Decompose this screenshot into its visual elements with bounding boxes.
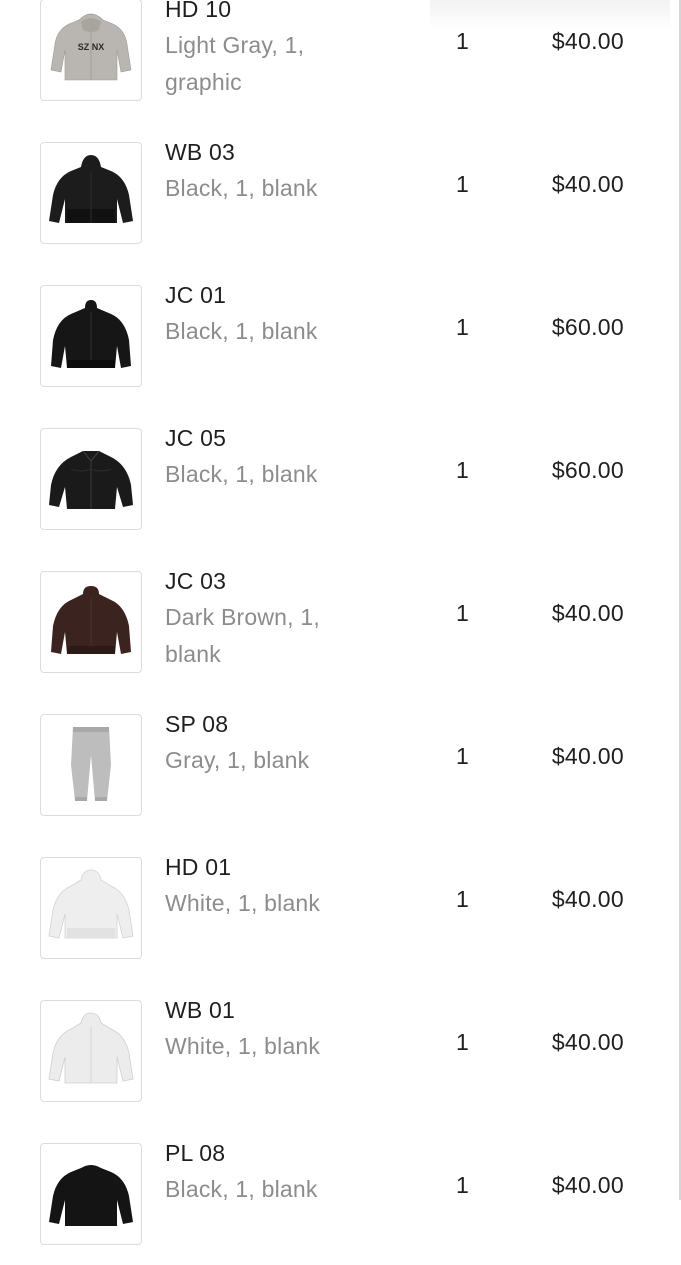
item-info: WB 01 White, 1, blank (165, 992, 335, 1065)
item-variant: White, 1, blank (165, 1033, 321, 1059)
item-price: $60.00 (551, 314, 624, 340)
item-info: JC 03 Dark Brown, 1, blank (165, 563, 335, 673)
item-quantity: 1 (456, 28, 469, 54)
item-quantity: 1 (456, 171, 469, 197)
item-name: PL 08 (165, 1140, 226, 1166)
item-variant: Dark Brown, 1, blank (165, 604, 320, 667)
item-variant: Black, 1, blank (165, 461, 318, 487)
jacket-icon (51, 300, 131, 368)
cart-item[interactable]: SZ NX HD 10 Light Gray, 1, graphic 1 $40… (0, 0, 679, 121)
item-price: $40.00 (551, 600, 624, 626)
item-price: $40.00 (551, 171, 624, 197)
item-info: HD 01 White, 1, blank (165, 849, 335, 922)
item-name: HD 10 (165, 0, 232, 22)
item-info: JC 01 Black, 1, blank (165, 277, 335, 350)
cart-item[interactable]: WB 03 Black, 1, blank 1 $40.00 (0, 121, 679, 264)
cart-item[interactable]: SP 08 Gray, 1, blank 1 $40.00 (0, 693, 679, 836)
item-price: $40.00 (551, 886, 624, 912)
cart-item[interactable]: HD 01 White, 1, blank 1 $40.00 (0, 836, 679, 979)
item-quantity: 1 (456, 886, 469, 912)
product-image[interactable] (40, 1000, 142, 1102)
cart-item[interactable]: PL 08 Black, 1, blank 1 $40.00 (0, 1122, 679, 1265)
item-price: $40.00 (551, 1029, 624, 1055)
sweatpants-icon (71, 727, 111, 801)
item-info: HD 10 Light Gray, 1, graphic (165, 0, 335, 101)
item-quantity: 1 (456, 600, 469, 626)
item-quantity: 1 (456, 743, 469, 769)
windbreaker-icon (49, 155, 133, 223)
pullover-icon (49, 1165, 133, 1226)
hoodie-graphic-text: SZ NX (78, 42, 105, 52)
item-quantity: 1 (456, 1029, 469, 1055)
item-name: JC 05 (165, 425, 227, 451)
product-image[interactable] (40, 571, 142, 673)
item-price: $40.00 (551, 743, 624, 769)
item-variant: Gray, 1, blank (165, 747, 310, 773)
leather-jacket-icon (49, 450, 133, 509)
item-name: HD 01 (165, 854, 232, 880)
item-name: JC 03 (165, 568, 227, 594)
item-name: SP 08 (165, 711, 229, 737)
cart-item-list: SZ NX HD 10 Light Gray, 1, graphic 1 $40… (0, 0, 679, 1265)
item-variant: White, 1, blank (165, 890, 321, 916)
windbreaker-icon (48, 1012, 134, 1084)
item-price: $60.00 (551, 457, 624, 483)
item-quantity: 1 (456, 1172, 469, 1198)
cart-item[interactable]: JC 01 Black, 1, blank 1 $60.00 (0, 264, 679, 407)
item-name: WB 01 (165, 997, 236, 1023)
item-name: JC 01 (165, 282, 227, 308)
product-image[interactable] (40, 142, 142, 244)
cart-item[interactable]: WB 01 White, 1, blank 1 $40.00 (0, 979, 679, 1122)
product-image[interactable]: SZ NX (40, 0, 142, 101)
product-image[interactable] (40, 714, 142, 816)
item-info: JC 05 Black, 1, blank (165, 420, 335, 493)
item-price: $40.00 (551, 1172, 624, 1198)
item-price: $40.00 (551, 28, 624, 54)
item-info: PL 08 Black, 1, blank (165, 1135, 335, 1208)
product-image[interactable] (40, 285, 142, 387)
product-image[interactable] (40, 428, 142, 530)
item-variant: Black, 1, blank (165, 1176, 318, 1202)
item-variant: Black, 1, blank (165, 318, 318, 344)
item-quantity: 1 (456, 457, 469, 483)
product-image[interactable] (40, 1143, 142, 1245)
product-image[interactable] (40, 857, 142, 959)
hoodie-graphic-icon: SZ NX (50, 13, 132, 81)
item-info: SP 08 Gray, 1, blank (165, 706, 335, 779)
jacket-icon (51, 586, 131, 654)
cart-item[interactable]: JC 03 Dark Brown, 1, blank 1 $40.00 (0, 550, 679, 693)
hoodie-icon (48, 869, 134, 939)
item-variant: Black, 1, blank (165, 175, 318, 201)
item-variant: Light Gray, 1, graphic (165, 32, 305, 95)
cart-item[interactable]: JC 05 Black, 1, blank 1 $60.00 (0, 407, 679, 550)
item-info: WB 03 Black, 1, blank (165, 134, 335, 207)
item-quantity: 1 (456, 314, 469, 340)
item-name: WB 03 (165, 139, 236, 165)
